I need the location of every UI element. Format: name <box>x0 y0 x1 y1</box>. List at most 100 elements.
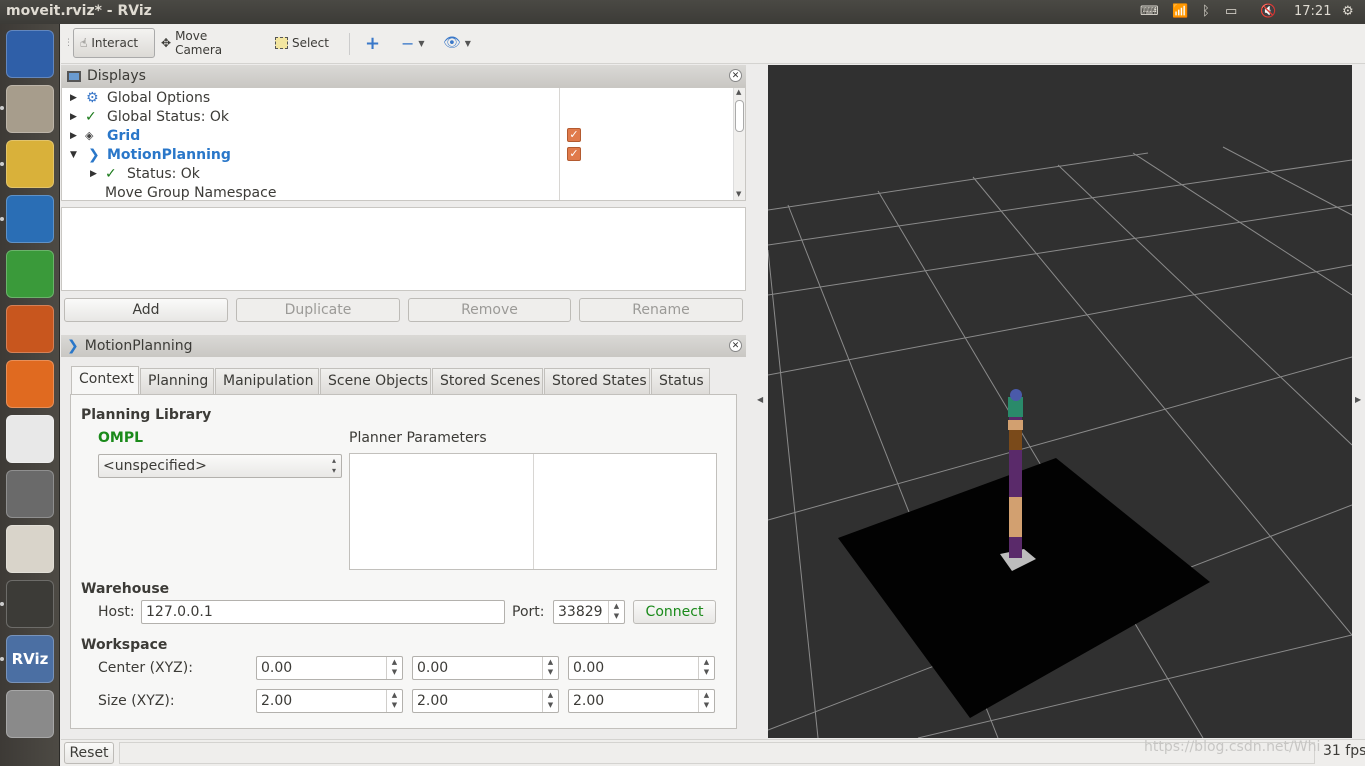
motion-planning-panel-header: ❯ MotionPlanning ✕ <box>61 335 746 357</box>
impress-icon[interactable] <box>6 305 54 353</box>
planner-parameters-label: Planner Parameters <box>349 430 487 446</box>
chrome-icon[interactable] <box>6 140 54 188</box>
select-arrows-icon: ▴ ▾ <box>331 456 336 475</box>
gear-icon: ⚙ <box>86 89 99 106</box>
motion-planning-title: MotionPlanning <box>84 338 193 354</box>
running-indicator <box>0 217 4 221</box>
center-y-stepper[interactable]: ▲ ▼ <box>542 657 558 679</box>
software-center-icon[interactable] <box>6 360 54 408</box>
close-icon[interactable]: ✕ <box>729 69 742 82</box>
terminal-icon[interactable] <box>6 580 54 628</box>
amazon-icon[interactable] <box>6 415 54 463</box>
center-x-stepper[interactable]: ▲ ▼ <box>386 657 402 679</box>
watermark: https://blog.csdn.net/Whi <box>1144 739 1321 755</box>
wifi-icon[interactable]: 📶 <box>1172 4 1188 19</box>
volume-muted-icon[interactable]: 🔇 <box>1260 4 1276 19</box>
expand-arrow-icon[interactable]: ▶ <box>90 169 97 179</box>
grid-enabled-checkbox[interactable]: ✓ <box>567 128 581 142</box>
planner-parameters-table[interactable] <box>349 453 717 570</box>
size-y-stepper[interactable]: ▲ ▼ <box>542 690 558 712</box>
center-z-stepper[interactable]: ▲ ▼ <box>698 657 714 679</box>
tab-status[interactable]: Status <box>651 368 710 394</box>
size-y-input[interactable]: 2.00 ▲ ▼ <box>412 689 559 713</box>
tree-item-global-status[interactable]: ▶ ✓ Global Status: Ok <box>62 107 562 126</box>
tree-item-status[interactable]: ▶ ✓ Status: Ok <box>62 164 562 183</box>
displays-title: Displays <box>87 68 146 84</box>
center-y-input[interactable]: 0.00 ▲ ▼ <box>412 656 559 680</box>
tab-context[interactable]: Context <box>71 366 139 394</box>
center-x-input[interactable]: 0.00 ▲ ▼ <box>256 656 403 680</box>
scrollbar-thumb[interactable] <box>735 100 744 132</box>
files-icon[interactable] <box>6 85 54 133</box>
host-input[interactable]: 127.0.0.1 <box>141 600 505 624</box>
add-button[interactable]: Add <box>64 298 228 322</box>
displays-tree[interactable]: ▶ ⚙ Global Options ▶ ✓ Global Status: Ok… <box>61 87 746 201</box>
tab-stored-states[interactable]: Stored States <box>544 368 650 394</box>
tab-stored-scenes[interactable]: Stored Scenes <box>432 368 543 394</box>
document-viewer-icon[interactable] <box>6 525 54 573</box>
interact-tool-button[interactable]: ☝ Interact <box>73 28 155 58</box>
size-xyz-label: Size (XYZ): <box>98 693 175 709</box>
port-stepper[interactable]: ▲ ▼ <box>608 601 624 623</box>
center-z-input[interactable]: 0.00 ▲ ▼ <box>568 656 715 680</box>
collapse-arrow-icon[interactable]: ▼ <box>70 150 77 160</box>
battery-icon[interactable]: ▭ <box>1225 4 1237 19</box>
rename-button[interactable]: Rename <box>579 298 743 322</box>
scroll-down-icon[interactable]: ▼ <box>736 190 741 198</box>
expand-arrow-icon[interactable]: ▶ <box>70 93 77 103</box>
hand-pointer-icon: ☝ <box>80 36 88 50</box>
rviz-toolbar: ⋮ ☝ Interact ✥ Move Camera Select + − ▼ 👁… <box>61 24 1365 64</box>
duplicate-button[interactable]: Duplicate <box>236 298 400 322</box>
scroll-up-icon[interactable]: ▲ <box>736 88 741 96</box>
connect-button[interactable]: Connect <box>633 600 716 624</box>
bluetooth-icon[interactable]: ᛒ <box>1202 4 1210 19</box>
right-splitter-arrow-icon[interactable]: ▶ <box>1355 395 1361 404</box>
expand-arrow-icon[interactable]: ▶ <box>70 131 77 141</box>
motion-planning-icon: ❯ <box>88 146 100 163</box>
select-tool-button[interactable]: Select <box>269 28 335 58</box>
planner-select[interactable]: <unspecified> ▴ ▾ <box>98 454 342 478</box>
size-z-stepper[interactable]: ▲ ▼ <box>698 690 714 712</box>
size-x-stepper[interactable]: ▲ ▼ <box>386 690 402 712</box>
size-z-input[interactable]: 2.00 ▲ ▼ <box>568 689 715 713</box>
workspaces-icon[interactable] <box>6 690 54 738</box>
close-icon[interactable]: ✕ <box>729 339 742 352</box>
ubuntu-dash-icon[interactable] <box>6 30 54 78</box>
writer-icon[interactable] <box>6 195 54 243</box>
chevron-down-icon: ▼ <box>464 38 471 48</box>
port-input[interactable]: 33829 ▲ ▼ <box>553 600 625 624</box>
add-tool-button[interactable]: + <box>359 28 387 58</box>
tree-item-motion-planning[interactable]: ▼ ❯ MotionPlanning <box>62 145 562 164</box>
tab-scene-objects[interactable]: Scene Objects <box>320 368 431 394</box>
left-splitter-arrow-icon[interactable]: ◀ <box>757 395 763 404</box>
robot-arm-joint <box>1008 420 1023 430</box>
property-description-area <box>61 207 746 291</box>
view-tool-button[interactable]: 👁 ▼ <box>437 28 477 58</box>
fps-counter: 31 fps <box>1323 743 1365 759</box>
clock[interactable]: 17:21 <box>1294 4 1331 19</box>
motion-planning-enabled-checkbox[interactable]: ✓ <box>567 147 581 161</box>
table-column-divider <box>533 454 534 569</box>
calc-icon[interactable] <box>6 250 54 298</box>
tab-planning[interactable]: Planning <box>140 368 214 394</box>
running-indicator <box>0 162 4 166</box>
tree-item-move-group-namespace[interactable]: Move Group Namespace <box>62 183 562 201</box>
tab-manipulation[interactable]: Manipulation <box>215 368 319 394</box>
remove-button[interactable]: Remove <box>408 298 571 322</box>
tree-item-grid[interactable]: ▶ ◈ Grid <box>62 126 562 145</box>
displays-scrollbar[interactable]: ▲ ▼ <box>733 88 745 200</box>
expand-arrow-icon[interactable]: ▶ <box>70 112 77 122</box>
3d-viewport[interactable] <box>768 65 1352 738</box>
tree-item-global-options[interactable]: ▶ ⚙ Global Options <box>62 88 562 107</box>
plus-icon: + <box>365 32 381 54</box>
settings-icon[interactable] <box>6 470 54 518</box>
power-gear-icon[interactable]: ⚙ <box>1342 4 1354 19</box>
chevron-down-icon: ▼ <box>418 38 425 48</box>
size-x-input[interactable]: 2.00 ▲ ▼ <box>256 689 403 713</box>
reset-button[interactable]: Reset <box>64 742 114 764</box>
move-camera-tool-button[interactable]: ✥ Move Camera <box>155 28 259 58</box>
port-label: Port: <box>512 604 545 620</box>
keyboard-icon[interactable]: ⌨ <box>1140 4 1159 19</box>
rviz-icon[interactable]: RViz <box>6 635 54 683</box>
remove-tool-button[interactable]: − ▼ <box>395 28 431 58</box>
